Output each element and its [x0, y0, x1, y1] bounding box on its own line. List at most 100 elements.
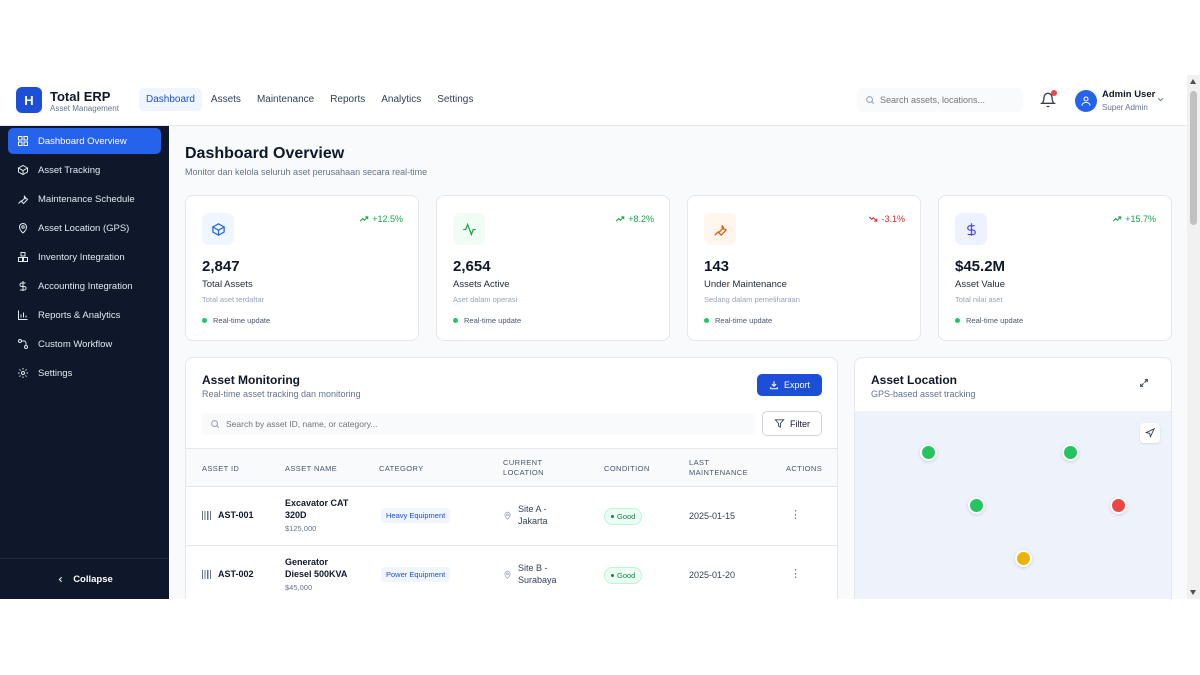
sidebar-item-settings[interactable]: Settings: [8, 360, 161, 386]
collapse-button[interactable]: Collapse: [0, 558, 169, 599]
stat-card-asset-value: +15.7% $45.2M Asset Value Total nilai as…: [938, 195, 1172, 341]
sidebar-item-maintenance-schedule[interactable]: Maintenance Schedule: [8, 186, 161, 212]
condition-badge: Good: [604, 508, 643, 525]
status-dot: [704, 318, 709, 323]
map-pin-icon: [504, 511, 511, 520]
user-name[interactable]: Admin User: [1102, 89, 1155, 100]
more-icon[interactable]: ⋮: [790, 508, 801, 521]
sidebar-item-label: Asset Tracking: [38, 164, 101, 176]
export-button[interactable]: Export: [757, 374, 822, 396]
col-location[interactable]: CURRENT LOCATION: [503, 458, 544, 478]
map-pin-icon: [18, 223, 28, 234]
page-subtitle: Monitor dan kelola seluruh aset perusaha…: [185, 167, 428, 177]
map-pin-warning[interactable]: [1015, 550, 1032, 567]
dollar-icon: [966, 222, 976, 236]
bar-chart-icon: [18, 310, 28, 320]
stat-status: Real-time update: [202, 316, 270, 325]
asset-monitoring-panel: Asset Monitoring Real-time asset trackin…: [185, 357, 838, 599]
boxes-icon: [18, 252, 28, 262]
panel-subtitle: Real-time asset tracking dan monitoring: [202, 389, 361, 399]
condition-cell: Good: [604, 567, 643, 584]
nav-analytics[interactable]: Analytics: [374, 88, 428, 111]
locate-button[interactable]: [1140, 423, 1160, 443]
page-title: Dashboard Overview: [185, 145, 345, 162]
sidebar-item-reports-analytics[interactable]: Reports & Analytics: [8, 302, 161, 328]
more-icon[interactable]: ⋮: [790, 567, 801, 580]
panel-title: Asset Monitoring: [202, 373, 300, 387]
nav-assets[interactable]: Assets: [204, 88, 248, 111]
col-condition[interactable]: CONDITION: [604, 464, 650, 474]
table-row[interactable]: AST-002 Generator Diesel 500KVA $45,000 …: [186, 546, 837, 599]
stat-icon-dollar: [955, 213, 987, 245]
barcode-icon: [202, 510, 211, 520]
sidebar-item-inventory-integration[interactable]: Inventory Integration: [8, 244, 161, 270]
col-last-maintenance[interactable]: LAST MAINTENANCE: [689, 458, 748, 478]
col-maint-line1: LAST: [689, 458, 710, 467]
map-pin-active[interactable]: [1062, 444, 1079, 461]
col-category[interactable]: CATEGORY: [379, 464, 424, 474]
stat-trend-value: +8.2%: [628, 214, 654, 224]
sidebar-item-asset-location[interactable]: Asset Location (GPS): [8, 215, 161, 241]
map-view[interactable]: [855, 411, 1171, 599]
nav-maintenance[interactable]: Maintenance: [250, 88, 321, 111]
page-scrollbar[interactable]: [1187, 75, 1200, 599]
nav-dashboard[interactable]: Dashboard: [139, 88, 202, 111]
map-pin-active[interactable]: [968, 497, 985, 514]
sidebar-item-custom-workflow[interactable]: Custom Workflow: [8, 331, 161, 357]
nav-settings[interactable]: Settings: [430, 88, 480, 111]
stat-status-label: Real-time update: [213, 316, 271, 325]
nav-reports[interactable]: Reports: [323, 88, 372, 111]
global-search-input[interactable]: [880, 95, 1010, 105]
brand-subtitle: Asset Management: [50, 104, 119, 113]
box-icon: [17, 164, 29, 176]
avatar[interactable]: [1075, 90, 1097, 112]
scroll-up-arrow[interactable]: [1190, 79, 1196, 84]
stat-status-label: Real-time update: [464, 316, 522, 325]
top-header: H Total ERP Asset Management Dashboard A…: [0, 75, 1187, 126]
sidebar: Dashboard Overview Asset Tracking Mainte…: [0, 126, 169, 599]
sidebar-item-accounting-integration[interactable]: Accounting Integration: [8, 273, 161, 299]
stat-card-total-assets: +12.5% 2,847 Total Assets Total aset ter…: [185, 195, 419, 341]
table-row[interactable]: AST-001 Excavator CAT 320D $125,000 Heav…: [186, 487, 837, 546]
filter-label: Filter: [790, 418, 810, 429]
col-asset-name[interactable]: ASSET NAME: [285, 464, 337, 474]
stat-label: Total Assets: [202, 279, 253, 290]
stat-trend-value: -3.1%: [881, 214, 905, 224]
sidebar-item-label: Maintenance Schedule: [38, 193, 135, 205]
col-asset-id[interactable]: ASSET ID: [202, 464, 239, 474]
stat-sub: Total aset terdaftar: [202, 295, 265, 304]
map-pin-active[interactable]: [920, 444, 937, 461]
expand-icon[interactable]: [1139, 378, 1149, 388]
stat-value: 2,654: [453, 258, 491, 275]
global-search: [857, 88, 1023, 112]
table-header: ASSET ID ASSET NAME CATEGORY CURRENT LOC…: [186, 448, 837, 487]
export-label: Export: [783, 380, 810, 390]
sidebar-item-label: Custom Workflow: [38, 338, 113, 350]
search-icon: [211, 420, 220, 429]
col-location-line2: LOCATION: [503, 468, 544, 477]
sidebar-item-asset-tracking[interactable]: Asset Tracking: [8, 157, 161, 183]
asset-name-cell: Excavator CAT 320D $125,000: [285, 497, 355, 533]
sidebar-item-dashboard-overview[interactable]: Dashboard Overview: [8, 128, 161, 154]
last-maintenance: 2025-01-20: [689, 570, 736, 580]
asset-id: AST-002: [218, 569, 254, 579]
stat-card-assets-active: +8.2% 2,654 Assets Active Aset dalam ope…: [436, 195, 670, 341]
stat-value: $45.2M: [955, 258, 1006, 275]
table-search-input[interactable]: [226, 419, 726, 429]
stat-icon-box: [202, 213, 234, 245]
stat-label: Asset Value: [955, 279, 1005, 290]
filter-button[interactable]: Filter: [762, 411, 822, 436]
status-dot: [955, 318, 960, 323]
table-search: [202, 413, 755, 435]
filter-icon: [774, 419, 785, 428]
chevron-down-icon[interactable]: [1156, 95, 1165, 104]
stat-label: Assets Active: [453, 279, 510, 290]
logo[interactable]: H: [16, 87, 42, 113]
wrench-icon: [18, 195, 29, 205]
activity-icon: [462, 222, 476, 236]
scroll-down-arrow[interactable]: [1190, 590, 1196, 595]
scroll-thumb[interactable]: [1190, 91, 1197, 225]
map-title: Asset Location: [871, 373, 958, 387]
map-pin-alert[interactable]: [1110, 497, 1127, 514]
stat-value: 143: [704, 258, 730, 275]
